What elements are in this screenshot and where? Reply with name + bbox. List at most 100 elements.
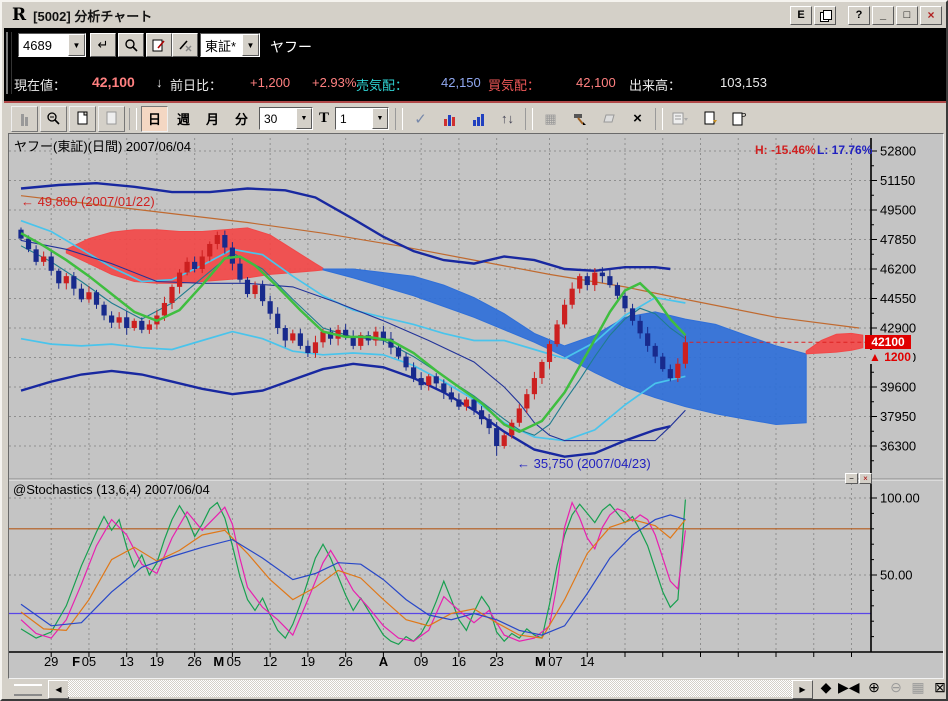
- svg-text:P: P: [741, 112, 746, 121]
- minimize-button[interactable]: _: [872, 6, 894, 25]
- bottom-scrollbar: ◀ ▶ ◆ ▶◀ ⊕ ⊖ ▦ ⊠: [4, 679, 948, 700]
- tools-button[interactable]: [566, 106, 593, 132]
- svg-text:37950: 37950: [880, 409, 916, 424]
- zoom-tool-button[interactable]: [40, 106, 67, 132]
- period-minute-button[interactable]: 分: [228, 106, 255, 132]
- top-black-panel: 4689 ▼ ↵ 東証* ▼ ヤフー 現在値： 42,100 ↓ 前日比： +1…: [4, 28, 948, 101]
- period-week-button[interactable]: 週: [170, 106, 197, 132]
- color-bars-icon: [444, 111, 456, 126]
- current-price-badge: 42100: [865, 335, 911, 349]
- delete-all-button[interactable]: ×: [624, 106, 651, 132]
- copy-button[interactable]: [814, 6, 836, 25]
- market-combo[interactable]: 東証* ▼: [200, 33, 260, 57]
- svg-text:47850: 47850: [880, 232, 916, 247]
- zoom-icon: [46, 111, 61, 126]
- senkou-cloud-red-2: [806, 333, 863, 354]
- save-page-button[interactable]: [696, 106, 723, 132]
- main-chart-svg[interactable]: 5280051150495004785046200445504290041250…: [9, 134, 943, 678]
- svg-text:16: 16: [452, 654, 466, 669]
- report-button[interactable]: [667, 106, 694, 132]
- time-axis-labels: 29F05131926M05121926A091623M0714: [44, 652, 852, 669]
- chevron-down-icon[interactable]: ▼: [372, 108, 388, 129]
- zoom-out-icon[interactable]: ⊖: [886, 679, 906, 696]
- bid-label: 買気配：: [488, 75, 540, 94]
- compare-chart-button[interactable]: [11, 106, 38, 132]
- svg-text:51150: 51150: [880, 173, 915, 188]
- minute-label: 分: [235, 109, 248, 128]
- panel-divider: [9, 479, 943, 480]
- splitter-grip[interactable]: [14, 684, 42, 696]
- indicator-settings-button[interactable]: [436, 106, 463, 132]
- svg-text:39600: 39600: [880, 380, 916, 395]
- eraser-button[interactable]: [595, 106, 622, 132]
- copy-chart-button[interactable]: [69, 106, 96, 132]
- stoch-k-green: [21, 500, 685, 645]
- expand-icon[interactable]: ◆: [816, 679, 836, 696]
- app-logo-icon: R: [12, 5, 26, 25]
- chevron-down-icon[interactable]: ▼: [68, 34, 85, 56]
- grid-view-icon[interactable]: ▦: [908, 679, 928, 696]
- help-button[interactable]: ?: [848, 6, 870, 25]
- app-window: R [5002] 分析チャート E ? _ □ × 4689 ▼ ↵ 東証*: [0, 0, 948, 701]
- scroll-right-button[interactable]: ▶: [792, 680, 813, 699]
- ask-value: 42,150: [441, 75, 481, 90]
- e-button[interactable]: E: [790, 6, 812, 25]
- svg-text:07: 07: [548, 654, 562, 669]
- period-month-button[interactable]: 月: [199, 106, 226, 132]
- svg-text:14: 14: [580, 654, 594, 669]
- edit-page-icon: [152, 38, 166, 52]
- annotation-high: ← 49,800 (2007/01/22): [21, 194, 155, 209]
- high-pct-label: H: -15.46%: [755, 143, 816, 157]
- toolbar-grip[interactable]: [6, 32, 12, 94]
- bar-chart-button[interactable]: [465, 106, 492, 132]
- market-value: 東証*: [201, 36, 242, 55]
- zoom-in-icon[interactable]: ⊕: [864, 679, 884, 696]
- stock-code-value: 4689: [19, 38, 68, 53]
- svg-text:49500: 49500: [880, 203, 916, 218]
- count-combo[interactable]: 1 ▼: [335, 107, 389, 130]
- close-button[interactable]: ×: [920, 6, 942, 25]
- svg-text:26: 26: [187, 654, 201, 669]
- updown-button[interactable]: ↑↓: [494, 106, 521, 132]
- grid-button[interactable]: ▦: [537, 106, 564, 132]
- day-label: 日: [148, 109, 161, 128]
- ask-label: 売気配：: [356, 75, 408, 94]
- register-button[interactable]: [146, 33, 172, 57]
- compare-icon: [21, 111, 29, 126]
- price-arrow-icon: ↓: [156, 75, 163, 90]
- interval-combo[interactable]: 30 ▼: [259, 107, 313, 130]
- toolbar-separator: [525, 108, 533, 130]
- enter-button[interactable]: ↵: [90, 33, 116, 57]
- svg-text:26: 26: [338, 654, 352, 669]
- close-chart-icon[interactable]: ⊠: [930, 679, 948, 696]
- stoch-minimize-button[interactable]: −: [845, 473, 858, 484]
- chart-toolbar: 日 週 月 分 30 ▼ T 1 ▼ ✓ ↑↓ ▦ ×: [4, 103, 948, 134]
- unregister-button[interactable]: [172, 33, 198, 57]
- toolbar-separator: [395, 108, 403, 130]
- chevron-down-icon[interactable]: ▼: [296, 108, 312, 129]
- print-page-button[interactable]: P: [725, 106, 752, 132]
- t-label: T: [319, 110, 329, 127]
- chevron-down-icon[interactable]: ▼: [242, 34, 259, 56]
- stoch-close-button[interactable]: ×: [859, 473, 872, 484]
- trendline-button[interactable]: ✓: [407, 106, 434, 132]
- paste-chart-button[interactable]: [98, 106, 125, 132]
- interval-value: 30: [260, 112, 296, 126]
- svg-text:23: 23: [489, 654, 503, 669]
- svg-text:44550: 44550: [880, 291, 916, 306]
- scrollbar-track[interactable]: [68, 680, 792, 697]
- maximize-button[interactable]: □: [896, 6, 918, 25]
- search-button[interactable]: [118, 33, 144, 57]
- period-day-button[interactable]: 日: [141, 106, 168, 132]
- search-icon: [124, 38, 138, 52]
- arrows-updown-icon: ↑↓: [501, 111, 514, 126]
- chart-title: ヤフー(東証)(日間) 2007/06/04: [14, 136, 191, 155]
- grid-icon: ▦: [544, 111, 556, 127]
- svg-text:09: 09: [414, 654, 428, 669]
- low-pct-label: L: 17.76%: [817, 143, 872, 157]
- scroll-left-button[interactable]: ◀: [48, 680, 69, 699]
- stock-code-combo[interactable]: 4689 ▼: [18, 33, 86, 57]
- page-down-icon: [703, 111, 717, 126]
- volume-label: 出来高：: [629, 75, 681, 94]
- collapse-icon[interactable]: ▶◀: [838, 679, 858, 696]
